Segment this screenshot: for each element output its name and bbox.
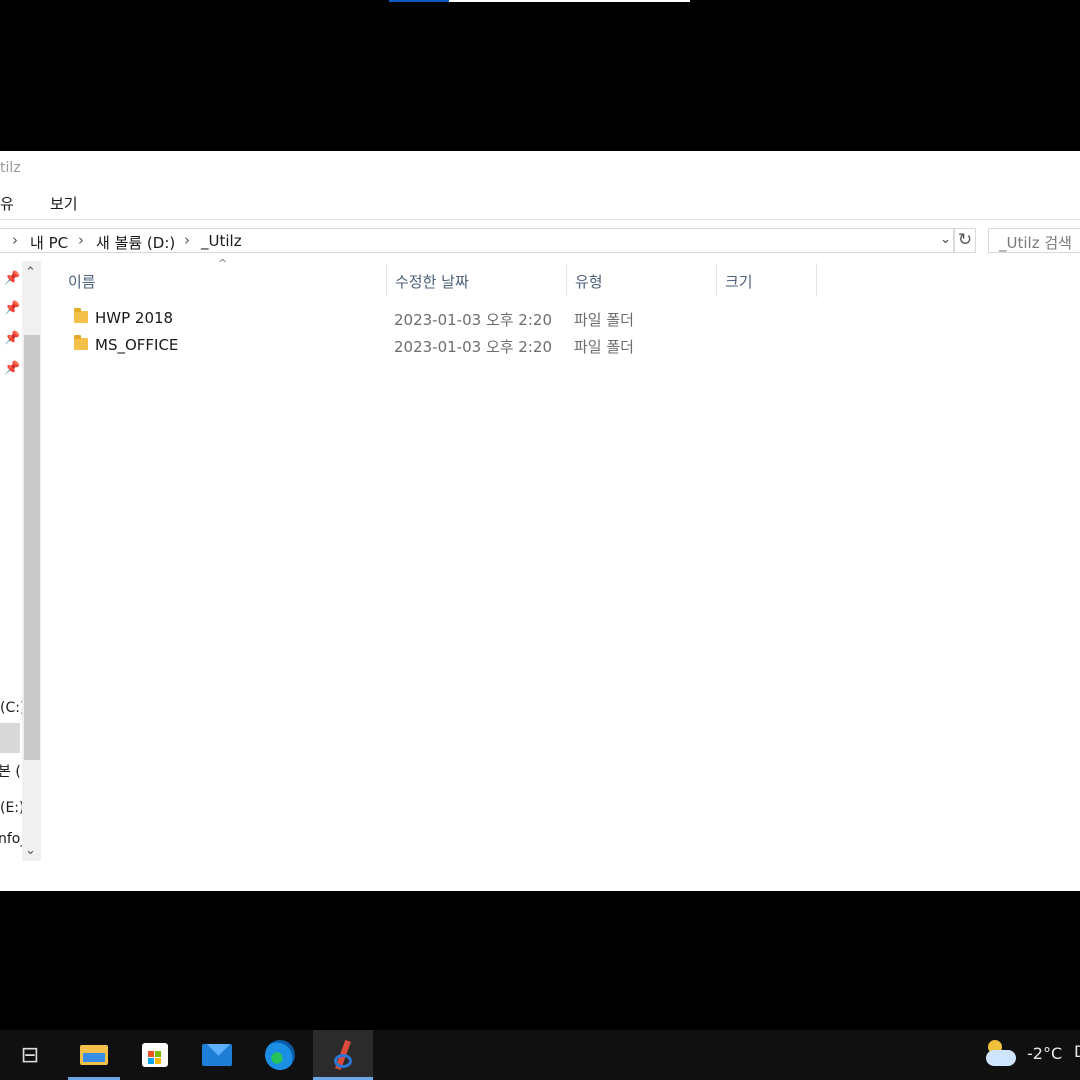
search-placeholder: _Utilz 검색 [999,234,1072,252]
column-header-type[interactable]: 유형 [567,263,717,297]
taskbar-file-explorer[interactable] [68,1030,120,1080]
taskbar-store[interactable] [130,1030,180,1080]
scrollbar-thumb[interactable] [24,335,40,760]
weather-temperature[interactable]: -2°C [1027,1044,1062,1063]
search-box[interactable]: _Utilz 검색 [988,228,1080,253]
scroll-up-icon[interactable]: ⌃ [25,265,36,280]
nav-item-selected[interactable] [0,723,20,753]
file-type: 파일 폴더 [574,311,634,329]
address-bar[interactable]: › 내 PC › 새 볼륨 (D:) › _Utilz ⌄ [0,228,954,253]
partly-cloudy-night-icon[interactable] [984,1038,1018,1072]
breadcrumb-separator: › [12,231,18,249]
store-icon [142,1043,168,1067]
refresh-icon[interactable]: ↻ [954,228,976,253]
task-view-icon: ⊟ [20,1042,40,1068]
column-header-name-label: 이름 [68,273,96,291]
column-headers: ^ 이름 수정한 날짜 유형 크기 [60,257,820,297]
task-view-button[interactable]: ⊟ [5,1030,55,1080]
file-row[interactable]: MS_OFFICE 2023-01-03 오후 2:20 파일 폴더 [60,332,820,359]
column-header-date[interactable]: 수정한 날짜 [387,263,567,297]
file-explorer-icon [80,1045,108,1065]
file-explorer-window: tilz 유 보기 › 내 PC › 새 볼륨 (D:) › _Utilz ⌄ … [0,151,1080,891]
file-name: HWP 2018 [95,309,174,327]
folder-icon [74,335,88,350]
snip-sketch-icon [330,1039,356,1071]
edge-icon [265,1040,295,1070]
column-header-size[interactable]: 크기 [717,263,817,297]
file-name: MS_OFFICE [95,336,179,354]
pin-icon: 📌 [4,271,21,286]
mail-icon [202,1044,232,1066]
file-date: 2023-01-03 오후 2:20 [394,338,552,356]
taskbar-edge[interactable] [255,1030,305,1080]
column-header-type-label: 유형 [575,273,603,291]
ribbon-tabs: 유 보기 [0,191,1080,219]
chevron-down-icon[interactable]: ⌄ [940,232,951,247]
navigation-pane: 📌 📌 📌 📌 (C:) 본 (E (E:) nfo_ ⌃ ⌄ [0,261,44,861]
column-header-date-label: 수정한 날짜 [395,273,469,291]
column-header-name[interactable]: 이름 [60,263,387,297]
breadcrumb-volume-d[interactable]: 새 볼륨 (D:) [96,232,175,253]
file-type: 파일 폴더 [574,338,634,356]
breadcrumb-utilz[interactable]: _Utilz [201,232,242,250]
pin-icon: 📌 [4,331,21,346]
breadcrumb-this-pc[interactable]: 내 PC [30,232,68,253]
pin-icon: 📌 [4,301,21,316]
top-progress-strip [389,0,690,2]
top-strip-accent [389,0,449,2]
tab-view[interactable]: 보기 [50,193,78,214]
taskbar: ⊟ -2°C D [0,1030,1080,1080]
taskbar-mail[interactable] [192,1030,242,1080]
ribbon-divider [0,219,1080,220]
breadcrumb-separator: › [78,231,84,249]
pin-icon: 📌 [4,361,21,376]
column-header-size-label: 크기 [725,273,753,291]
folder-icon [74,308,88,323]
nav-item-drive-e[interactable]: (E:) [0,800,25,816]
window-title: tilz [0,160,21,176]
tray-fragment: D [1074,1042,1080,1061]
nav-scrollbar[interactable]: ⌃ ⌄ [22,261,41,861]
file-date: 2023-01-03 오후 2:20 [394,311,552,329]
scroll-down-icon[interactable]: ⌄ [25,843,36,858]
breadcrumb-separator: › [184,231,190,249]
taskbar-snip-sketch[interactable] [313,1030,373,1080]
file-row[interactable]: HWP 2018 2023-01-03 오후 2:20 파일 폴더 [60,305,820,332]
tab-share[interactable]: 유 [0,193,14,214]
